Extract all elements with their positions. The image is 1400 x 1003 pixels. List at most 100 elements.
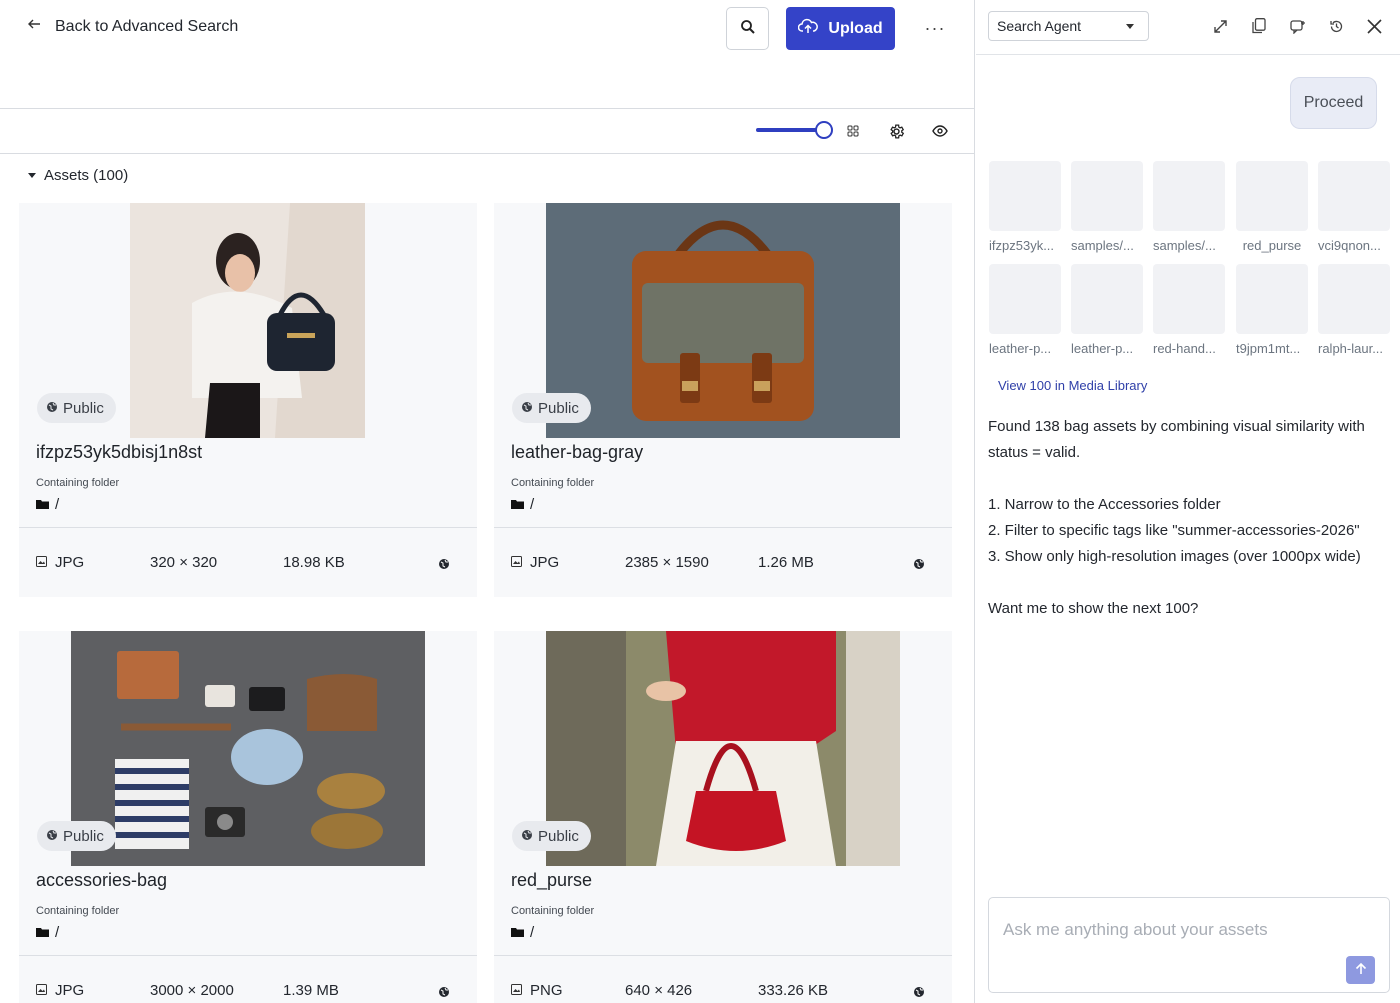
containing-folder-label: Containing folder xyxy=(36,905,120,917)
upload-button[interactable]: Upload xyxy=(786,7,895,50)
asset-thumbnail[interactable] xyxy=(71,631,425,866)
file-type: PNG xyxy=(511,982,563,999)
close-icon[interactable] xyxy=(1364,16,1384,36)
asset-card[interactable]: Public leather-bag-gray Containing folde… xyxy=(494,203,952,597)
image-file-icon xyxy=(511,554,522,571)
asset-name[interactable]: leather-bag-gray xyxy=(511,442,643,463)
visibility-label: Public xyxy=(538,399,579,417)
thumbnail-placeholder xyxy=(1153,161,1225,231)
visibility-label: Public xyxy=(63,827,104,845)
chevron-down-icon xyxy=(1126,23,1134,29)
folder-path[interactable]: / xyxy=(511,496,534,513)
thumbnail-label: red-hand... xyxy=(1153,341,1216,356)
folder-icon xyxy=(36,496,49,513)
send-button[interactable] xyxy=(1346,956,1375,984)
folder-icon xyxy=(511,496,524,513)
visibility-badge: Public xyxy=(37,821,116,851)
divider xyxy=(494,527,952,528)
asset-name[interactable]: accessories-bag xyxy=(36,870,167,891)
agent-panel-header: Search Agent xyxy=(976,0,1400,55)
visibility-badge: Public xyxy=(512,821,591,851)
result-thumbnail[interactable]: samples/... xyxy=(1153,161,1225,253)
file-size: 1.26 MB xyxy=(758,554,814,571)
message-question: Want me to show the next 100? xyxy=(988,600,1199,617)
image-file-icon xyxy=(36,982,47,999)
asset-name[interactable]: red_purse xyxy=(511,870,592,891)
result-thumbnail[interactable]: leather-p... xyxy=(1071,264,1143,356)
message-intro: Found 138 bag assets by combining visual… xyxy=(988,418,1365,461)
folder-icon xyxy=(36,924,49,941)
asset-browser-pane: Back to Advanced Search Upload ··· Asset… xyxy=(0,0,975,1003)
thumbnail-placeholder xyxy=(989,161,1061,231)
globe-icon xyxy=(913,557,925,575)
result-thumbnail[interactable]: red_purse xyxy=(1236,161,1308,253)
thumbnail-placeholder xyxy=(1236,161,1308,231)
visibility-label: Public xyxy=(538,827,579,845)
expand-icon[interactable] xyxy=(1210,16,1230,36)
eye-icon[interactable] xyxy=(930,121,950,141)
chat-input[interactable] xyxy=(1003,920,1333,940)
folder-path[interactable]: / xyxy=(511,924,534,941)
file-type: JPG xyxy=(36,554,84,571)
grid-icon[interactable] xyxy=(843,121,863,141)
globe-icon xyxy=(913,985,925,1003)
globe-icon xyxy=(438,557,450,575)
divider xyxy=(494,955,952,956)
dimensions: 320 × 320 xyxy=(150,554,218,571)
file-type: JPG xyxy=(36,982,84,999)
back-link[interactable]: Back to Advanced Search xyxy=(27,17,238,36)
result-thumbnail[interactable]: ifzpz53yk... xyxy=(989,161,1061,253)
asset-name[interactable]: ifzpz53yk5dbisj1n8st xyxy=(36,442,202,463)
asset-card[interactable]: Public red_purse Containing folder / PNG… xyxy=(494,631,952,1003)
copy-icon[interactable] xyxy=(1249,16,1269,36)
history-icon[interactable] xyxy=(1326,16,1346,36)
agent-select-value: Search Agent xyxy=(997,18,1082,34)
search-agent-panel: Search Agent Proceed ifzpz53yk... sample… xyxy=(976,0,1400,1003)
file-size: 1.39 MB xyxy=(283,982,339,999)
gear-icon[interactable] xyxy=(886,121,906,141)
thumbnail-placeholder xyxy=(989,264,1061,334)
result-thumbnail[interactable]: red-hand... xyxy=(1153,264,1225,356)
thumbnail-placeholder xyxy=(1071,161,1143,231)
proceed-message: Proceed xyxy=(1290,77,1377,129)
globe-icon xyxy=(46,400,58,417)
search-button[interactable] xyxy=(726,7,769,50)
asset-thumbnail[interactable] xyxy=(546,203,900,438)
result-thumbnail[interactable]: t9jpm1mt... xyxy=(1236,264,1308,356)
containing-folder-label: Containing folder xyxy=(511,477,595,489)
dimensions: 640 × 426 xyxy=(625,982,693,999)
assets-section-toggle[interactable]: Assets (100) xyxy=(28,167,128,184)
search-icon xyxy=(740,19,756,38)
arrow-up-icon xyxy=(1355,962,1367,978)
message-option: 1. Narrow to the Accessories folder xyxy=(988,496,1221,513)
asset-thumbnail[interactable] xyxy=(130,203,365,438)
folder-path-label: / xyxy=(530,924,535,941)
view-media-library-link[interactable]: View 100 in Media Library xyxy=(998,378,1147,393)
asset-card[interactable]: Public ifzpz53yk5dbisj1n8st Containing f… xyxy=(19,203,477,597)
result-thumbnail[interactable]: samples/... xyxy=(1071,161,1143,253)
message-option: 2. Filter to specific tags like "summer-… xyxy=(988,522,1360,539)
result-thumbnail[interactable]: vci9qnon... xyxy=(1318,161,1390,253)
globe-icon xyxy=(521,828,533,845)
folder-path[interactable]: / xyxy=(36,924,59,941)
folder-path[interactable]: / xyxy=(36,496,59,513)
more-icon[interactable]: ··· xyxy=(920,15,950,41)
chat-composer xyxy=(988,897,1390,993)
thumbnail-label: ralph-laur... xyxy=(1318,341,1384,356)
thumbnail-placeholder xyxy=(1071,264,1143,334)
thumbnail-label: samples/... xyxy=(1071,238,1134,253)
slider-handle[interactable] xyxy=(815,121,833,139)
view-toolbar xyxy=(0,109,974,154)
asset-thumbnail[interactable] xyxy=(546,631,900,866)
new-chat-icon[interactable] xyxy=(1288,16,1308,36)
thumbnail-label: red_purse xyxy=(1242,238,1302,253)
result-thumbnail[interactable]: leather-p... xyxy=(989,264,1061,356)
agent-select[interactable]: Search Agent xyxy=(988,11,1149,41)
asset-card[interactable]: Public accessories-bag Containing folder… xyxy=(19,631,477,1003)
result-thumbnail[interactable]: ralph-laur... xyxy=(1318,264,1390,356)
file-type-label: PNG xyxy=(530,982,563,999)
visibility-badge: Public xyxy=(512,393,591,423)
arrow-left-icon xyxy=(27,17,41,36)
